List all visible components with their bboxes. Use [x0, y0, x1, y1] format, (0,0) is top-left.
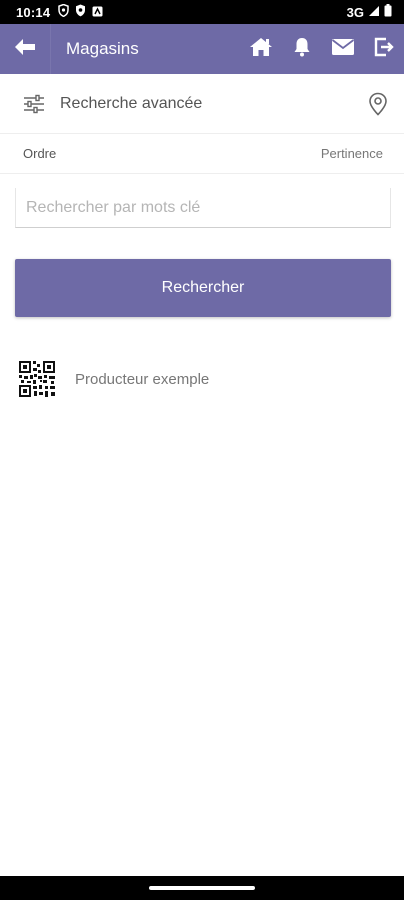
mail-icon — [331, 38, 355, 61]
list-item-name: Producteur exemple — [75, 370, 210, 388]
notification-box-icon — [92, 5, 103, 20]
filter-sliders-icon — [12, 94, 56, 114]
search-button[interactable]: Rechercher — [15, 259, 391, 317]
search-button-label: Rechercher — [161, 279, 245, 296]
advanced-search-row[interactable]: Recherche avancée — [0, 74, 404, 134]
back-button[interactable] — [0, 24, 51, 74]
app-bar: Magasins — [0, 24, 404, 74]
network-type: 3G — [346, 4, 364, 20]
order-value: Pertinence — [320, 146, 383, 161]
home-gesture-handle[interactable] — [149, 886, 255, 890]
signal-icon — [368, 5, 380, 20]
back-arrow-icon — [14, 38, 36, 61]
location-pin-icon[interactable] — [368, 92, 388, 116]
status-time: 10:14 — [16, 4, 51, 20]
qr-code-icon — [18, 360, 56, 398]
navigation-bar — [0, 876, 404, 900]
search-input[interactable] — [15, 188, 391, 228]
logout-button[interactable] — [363, 24, 404, 74]
list-item[interactable]: Producteur exemple — [0, 352, 404, 406]
shield-filled-icon — [75, 4, 86, 20]
page-title: Magasins — [66, 39, 139, 58]
order-row[interactable]: Ordre Pertinence — [0, 134, 404, 174]
status-bar: 10:14 3G — [0, 0, 404, 24]
home-icon — [249, 37, 273, 62]
home-button[interactable] — [240, 24, 281, 74]
bell-icon — [293, 37, 311, 62]
battery-icon — [384, 4, 392, 20]
advanced-search-label: Recherche avancée — [60, 94, 203, 112]
logout-icon — [374, 37, 394, 62]
notifications-button[interactable] — [281, 24, 322, 74]
order-label: Ordre — [23, 146, 57, 161]
shield-icon — [58, 3, 69, 20]
messages-button[interactable] — [322, 24, 363, 74]
